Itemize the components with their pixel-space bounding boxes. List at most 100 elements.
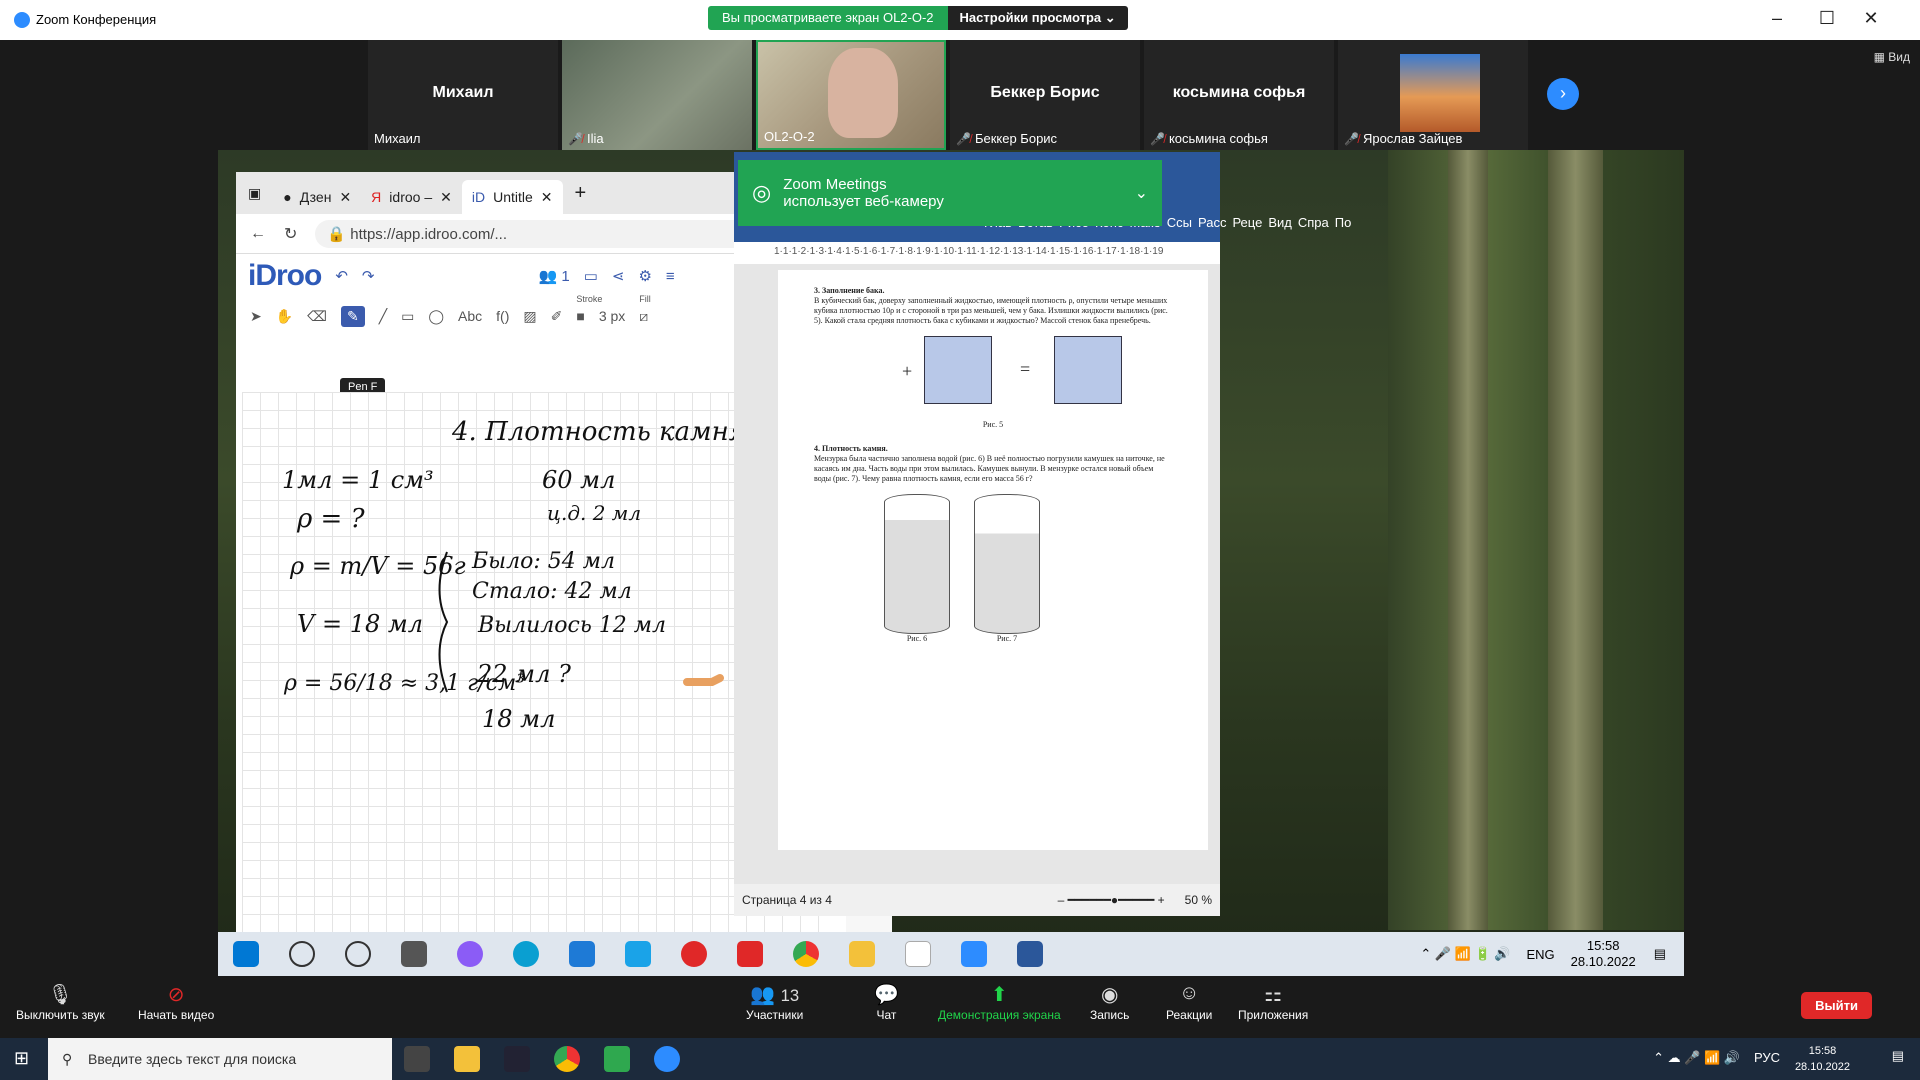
share-icon[interactable]: ⋖ xyxy=(612,267,625,285)
zoom-level[interactable]: 50 % xyxy=(1185,893,1212,907)
notifications-icon[interactable]: ▤ xyxy=(1654,946,1666,962)
ellipse-tool-icon[interactable]: ◯ xyxy=(428,308,444,325)
participant-tile[interactable]: косьмина софья 🎤̸ косьмина софья xyxy=(1144,40,1334,150)
app-icon[interactable] xyxy=(457,941,483,967)
participant-tile[interactable]: Беккер Борис 🎤̸ Беккер Борис xyxy=(950,40,1140,150)
chat-button[interactable]: 💬 Чат xyxy=(874,982,899,1022)
participants-button[interactable]: 👥 13 Участники xyxy=(746,982,803,1022)
word-window: Глав Встав Рисо Конс Маке Ссы Расс Реце … xyxy=(734,152,1351,916)
start-icon[interactable] xyxy=(233,941,259,967)
tab-idroo[interactable]: Яidroo – ✕ xyxy=(361,180,462,214)
cortana-icon[interactable] xyxy=(345,941,371,967)
mail-icon[interactable] xyxy=(569,941,595,967)
wb-line: ц.д. 2 мл xyxy=(547,501,641,525)
explorer-icon[interactable] xyxy=(849,941,875,967)
image-tool-icon[interactable]: ▨ xyxy=(523,308,536,325)
search-icon[interactable] xyxy=(289,941,315,967)
beaker-fig6 xyxy=(884,494,950,634)
file-icon[interactable] xyxy=(905,941,931,967)
wb-line: ρ = ? xyxy=(296,504,366,534)
clock[interactable]: 15:58 28.10.2022 xyxy=(1795,1043,1850,1075)
inner-clock[interactable]: 15:58 28.10.2022 xyxy=(1571,938,1636,970)
chrome-icon[interactable] xyxy=(554,1046,580,1072)
reactions-button[interactable]: ☺ Реакции xyxy=(1166,982,1212,1022)
participant-tile[interactable]: 🎤̸ Ilia xyxy=(562,40,752,150)
chevron-down-icon[interactable]: ⌄ xyxy=(1135,183,1148,203)
close-button[interactable]: ✕ xyxy=(1856,8,1886,29)
url-field[interactable]: 🔒 https://app.idroo.com/... xyxy=(315,219,766,248)
start-video-button[interactable]: ⊘ Начать видео xyxy=(138,982,214,1022)
pen-tool-icon[interactable]: ✎ xyxy=(340,305,365,327)
viewing-indicator: Вы просматриваете экран OL2-O-2 Настройк… xyxy=(708,6,1128,30)
steam-icon[interactable] xyxy=(504,1046,530,1072)
tray-icons[interactable]: ⌃ ☁ 🎤 📶 🔊 xyxy=(1653,1050,1740,1066)
stroke-color[interactable]: Stroke ■ xyxy=(576,294,602,324)
windows-start-icon[interactable]: ⊞ xyxy=(14,1048,29,1069)
minimize-button[interactable]: – xyxy=(1762,8,1792,29)
line-tool-icon[interactable]: ╱ xyxy=(379,308,387,325)
record-button[interactable]: ◉ Запись xyxy=(1090,982,1129,1022)
notifications-icon[interactable]: ▤ xyxy=(1892,1048,1904,1064)
tab-dzen[interactable]: ● Дзен ✕ xyxy=(273,180,361,214)
inner-lang[interactable]: ENG xyxy=(1526,947,1554,962)
fill-toggle[interactable]: Fill ⧄ xyxy=(639,294,651,325)
text-tool-icon[interactable]: Abc xyxy=(458,308,482,324)
view-settings-button[interactable]: Настройки просмотра ⌄ xyxy=(947,6,1128,30)
users-icon[interactable]: 👥 1 xyxy=(538,267,569,285)
view-button[interactable]: ▦ Вид xyxy=(1874,50,1910,64)
rect-tool-icon[interactable]: ▭ xyxy=(401,308,414,325)
tray-icons[interactable]: ⌃ 🎤 📶 🔋 🔊 xyxy=(1420,946,1510,962)
lang-indicator[interactable]: РУС xyxy=(1754,1050,1780,1065)
yandex-browser-icon[interactable] xyxy=(737,941,763,967)
edge-icon[interactable] xyxy=(513,941,539,967)
webcam-notification[interactable]: ◎ Zoom Meetings использует веб-камеру ⌄ xyxy=(738,160,1162,226)
apps-button[interactable]: ⚏ Приложения xyxy=(1238,982,1308,1022)
zoom-slider[interactable]: – ━━━━━━●━━━━━ + xyxy=(1058,893,1165,907)
menu-icon[interactable]: ≡ xyxy=(666,268,675,285)
windows-taskbar: ⊞ ⚲ Введите здесь текст для поиска ⌃ ☁ 🎤… xyxy=(0,1038,1920,1080)
back-icon[interactable]: ← xyxy=(250,225,266,243)
reload-icon[interactable]: ↻ xyxy=(284,224,297,244)
participant-tile[interactable]: Михаил Михаил xyxy=(368,40,558,150)
explorer-icon[interactable] xyxy=(454,1046,480,1072)
undo-icon[interactable]: ↶ xyxy=(335,267,348,285)
select-tool-icon[interactable]: ➤ xyxy=(250,308,262,325)
tab-untitled[interactable]: iD Untitle ✕ xyxy=(461,180,563,214)
zoom-controls: 🎙 Выключить звук ⊘ Начать видео 👥 13 Участн… xyxy=(0,976,1920,1038)
word-statusbar: Страница 4 из 4 – ━━━━━━●━━━━━ + 50 % xyxy=(734,884,1220,916)
mute-button[interactable]: 🎙 Выключить звук xyxy=(16,982,105,1022)
app-title: Zoom Конференция xyxy=(36,12,157,27)
participant-tile-active[interactable]: OL2-O-2 xyxy=(756,40,946,150)
stroke-size[interactable]: 3 px xyxy=(599,308,625,324)
share-screen-button[interactable]: ⬆ Демонстрация экрана xyxy=(938,982,1061,1022)
yandex-icon[interactable] xyxy=(681,941,707,967)
taskbar-search[interactable]: ⚲ Введите здесь текст для поиска xyxy=(48,1038,392,1080)
chrome-icon[interactable] xyxy=(793,941,819,967)
zoom-titlebar: Zoom Конференция Вы просматриваете экран… xyxy=(0,0,1920,40)
zoom-icon[interactable] xyxy=(654,1046,680,1072)
zoom-icon[interactable] xyxy=(961,941,987,967)
wb-line: V = 18 мл xyxy=(297,610,423,638)
next-page-arrow-icon[interactable]: › xyxy=(1547,78,1579,110)
task-view-icon[interactable] xyxy=(401,941,427,967)
formula-tool-icon[interactable]: f() xyxy=(496,308,509,324)
idroo-logo: iDroo xyxy=(248,259,322,292)
participant-avatar xyxy=(1400,54,1480,132)
new-tab-button[interactable]: + xyxy=(563,182,599,205)
word-icon[interactable] xyxy=(1017,941,1043,967)
maximize-button[interactable]: ☐ xyxy=(1812,8,1842,29)
l-app-icon[interactable] xyxy=(625,941,651,967)
hand-tool-icon[interactable]: ✋ xyxy=(276,308,293,325)
leave-button[interactable]: Выйти xyxy=(1801,992,1872,1019)
redo-icon[interactable]: ↷ xyxy=(362,267,375,285)
pointer-hand-icon xyxy=(683,674,724,686)
mic-off-icon: 🎤̸ xyxy=(568,131,583,146)
eyedropper-icon[interactable]: ✐ xyxy=(551,308,563,325)
eraser-tool-icon[interactable]: ⌫ xyxy=(307,308,327,325)
participant-tile[interactable]: 🎤̸ Ярослав Зайцев xyxy=(1338,40,1528,150)
tab-actions-icon[interactable]: ▣ xyxy=(236,185,273,202)
task-view-icon[interactable] xyxy=(404,1046,430,1072)
shield-icon[interactable] xyxy=(604,1046,630,1072)
settings-icon[interactable]: ⚙ xyxy=(638,267,651,285)
chat-icon[interactable]: ▭ xyxy=(584,267,598,285)
